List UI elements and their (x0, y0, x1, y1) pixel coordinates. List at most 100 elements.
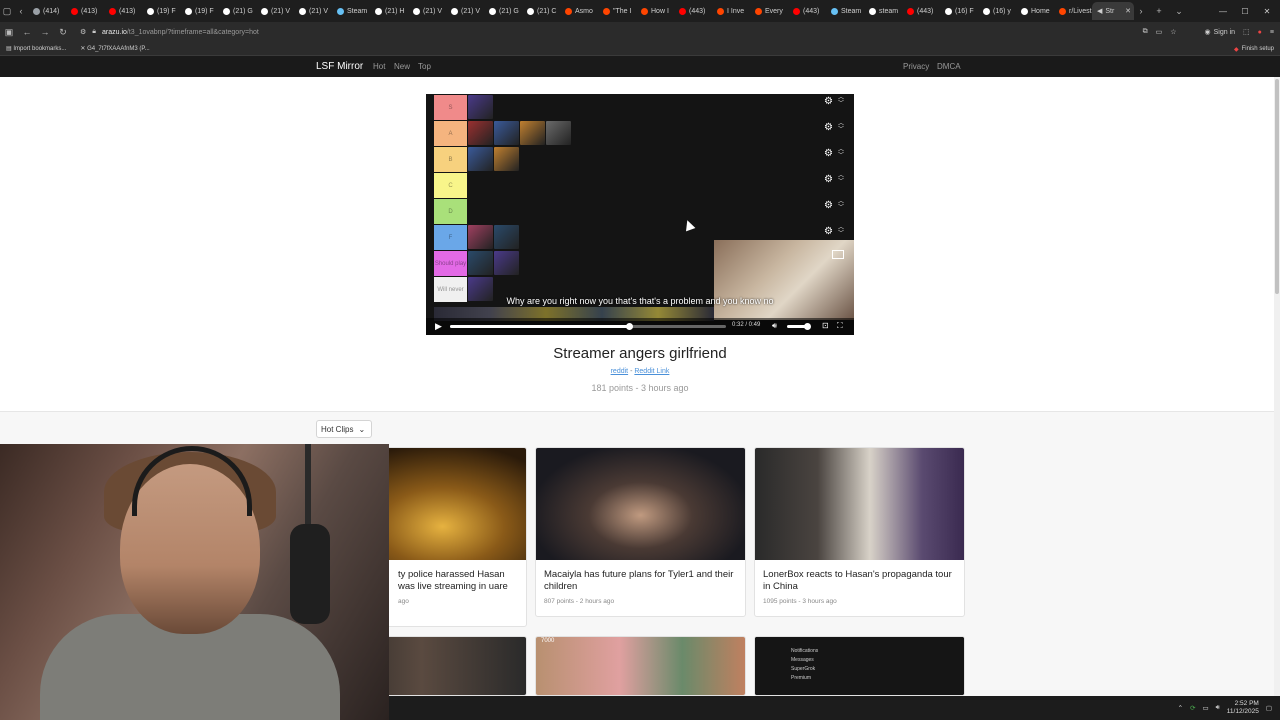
tier-item-thumbnail[interactable] (494, 251, 519, 275)
tier-move-icon[interactable]: ︿ ﹀ (838, 147, 844, 159)
extensions-icon[interactable]: ⬚ (1243, 28, 1250, 36)
back-icon[interactable]: ← (18, 22, 36, 42)
url-field[interactable]: ⚙ 🔒︎ arazu.io/t3_1ovabnp/?timeframe=all&… (80, 28, 259, 36)
browser-tab-active[interactable]: ◀︎ Str ✕ (1092, 2, 1134, 20)
tier-item-thumbnail[interactable] (468, 147, 493, 171)
tray-chevron-icon[interactable]: ⌃ (1178, 704, 1183, 712)
tier-move-icon[interactable]: ︿ ﹀ (838, 121, 844, 133)
new-tab-button[interactable]: + (1152, 0, 1166, 22)
nav-privacy[interactable]: Privacy (903, 62, 929, 71)
browser-tab[interactable]: (414) (28, 2, 66, 20)
clip-title[interactable]: Macaiyla has future plans for Tyler1 and… (536, 560, 745, 593)
browser-tab[interactable]: (21) G (484, 2, 522, 20)
browser-tab[interactable]: (413) (104, 2, 142, 20)
bookmark-item-import[interactable]: ▤ Import bookmarks... (6, 45, 66, 52)
tab-search-icon[interactable]: ⌄ (1172, 0, 1186, 22)
browser-tab[interactable]: "The I (598, 2, 636, 20)
browser-tab[interactable]: Asmo (560, 2, 598, 20)
page-scrollbar-thumb[interactable] (1275, 79, 1279, 294)
sort-select[interactable]: Hot Clips ⌄ (316, 420, 372, 438)
video-progress-knob[interactable] (626, 323, 634, 330)
tier-item-thumbnail[interactable] (468, 277, 493, 301)
speaker-icon[interactable]: ◀︎ (1097, 7, 1102, 15)
site-brand[interactable]: LSF Mirror (316, 61, 363, 72)
clock[interactable]: 2:52 PM 11/12/2025 (1227, 700, 1259, 716)
clip-title[interactable]: LonerBox reacts to Hasan's propaganda to… (755, 560, 964, 593)
browser-tab[interactable]: I Inve (712, 2, 750, 20)
browser-tab[interactable]: (19) F (142, 2, 180, 20)
tab-scroll-right-icon[interactable]: › (1134, 0, 1148, 22)
sidebar-toggle-icon[interactable]: ▣ (0, 22, 18, 42)
volume-knob[interactable] (804, 323, 811, 330)
sign-in-button[interactable]: ◉ Sign in (1205, 28, 1236, 37)
extension-badge-icon[interactable]: ● (1258, 29, 1262, 36)
browser-tab[interactable]: (443) (674, 2, 712, 20)
browser-tab[interactable]: (443) (788, 2, 826, 20)
play-icon[interactable]: ▶ (435, 321, 442, 332)
browser-tab[interactable]: steam (864, 2, 902, 20)
tier-move-icon[interactable]: ︿ ﹀ (838, 173, 844, 185)
tier-gear-icon[interactable]: ⚙ (824, 174, 833, 185)
browser-tab[interactable]: (443) (902, 2, 940, 20)
close-tab-icon[interactable]: ✕ (1125, 7, 1134, 15)
clip-card[interactable]: Notifications Messages SuperGrok Premium (754, 636, 965, 696)
tier-gear-icon[interactable]: ⚙ (824, 96, 833, 107)
tier-move-icon[interactable]: ︿ ﹀ (838, 199, 844, 211)
browser-tab[interactable]: (21) H (370, 2, 408, 20)
close-window-button[interactable]: ✕ (1256, 0, 1278, 22)
picture-in-picture-icon[interactable] (832, 250, 844, 259)
forward-icon[interactable]: → (36, 22, 54, 42)
tier-gear-icon[interactable]: ⚙ (824, 200, 833, 211)
video-progress-bar[interactable] (450, 323, 726, 330)
minimize-button[interactable]: — (1212, 0, 1234, 22)
tier-move-icon[interactable]: ︿ ﹀ (838, 95, 844, 107)
tier-item-thumbnail[interactable] (468, 121, 493, 145)
tier-item-thumbnail[interactable] (494, 121, 519, 145)
monitor-icon[interactable]: ▭ (1203, 704, 1209, 712)
screen-icon[interactable]: ▭ (1156, 28, 1163, 36)
browser-tab[interactable]: (21) V (256, 2, 294, 20)
menu-icon[interactable]: ≡ (1270, 29, 1274, 36)
tier-item-thumbnail[interactable] (468, 251, 493, 275)
fullscreen-icon[interactable]: ⛶ (837, 321, 843, 331)
nav-dmca[interactable]: DMCA (937, 62, 961, 71)
tier-gear-icon[interactable]: ⚙ (824, 148, 833, 159)
finish-setup-button[interactable]: ◆ Finish setup (1234, 42, 1274, 56)
tier-gear-icon[interactable]: ⚙ (824, 122, 833, 133)
clip-card[interactable]: Macaiyla has future plans for Tyler1 and… (535, 447, 746, 617)
browser-tab[interactable]: (21) V (294, 2, 332, 20)
reddit-post-link[interactable]: Reddit Link (634, 368, 669, 375)
captions-icon[interactable]: ⊡ (822, 321, 829, 330)
tier-move-icon[interactable]: ︿ ﹀ (838, 225, 844, 237)
tier-item-thumbnail[interactable] (546, 121, 571, 145)
reddit-link[interactable]: reddit (611, 368, 629, 375)
tier-item-thumbnail[interactable] (494, 147, 519, 171)
tier-gear-icon[interactable]: ⚙ (824, 226, 833, 237)
tier-item-thumbnail[interactable] (468, 225, 493, 249)
tier-item-thumbnail[interactable] (468, 95, 493, 119)
volume-icon[interactable]: 🔊︎ (772, 321, 777, 331)
browser-tab[interactable]: (413) (66, 2, 104, 20)
nav-top[interactable]: Top (418, 62, 431, 71)
tier-item-thumbnail[interactable] (494, 225, 519, 249)
browser-tab[interactable]: Steam (332, 2, 370, 20)
notification-icon[interactable]: ▢ (1266, 704, 1272, 712)
browser-tab[interactable]: r/Livest (1054, 2, 1092, 20)
video-player[interactable]: Why are you right now you that's that's … (426, 94, 854, 335)
speaker-icon[interactable]: 🔊︎ (1216, 704, 1220, 712)
translate-icon[interactable]: ⧉ (1143, 28, 1148, 36)
maximize-button[interactable]: ☐ (1234, 0, 1256, 22)
tab-scroll-left-icon[interactable]: ‹ (14, 0, 28, 22)
browser-tab[interactable]: (16) F (940, 2, 978, 20)
tab-list-icon[interactable]: ▢ (0, 0, 14, 22)
site-info-icon[interactable]: ⚙ (80, 28, 86, 36)
browser-tab[interactable]: Every (750, 2, 788, 20)
browser-tab[interactable]: How I (636, 2, 674, 20)
bookmark-star-icon[interactable]: ☆ (1170, 28, 1176, 36)
reload-icon[interactable]: ↻ (54, 22, 72, 42)
clip-card[interactable]: 7000 (535, 636, 746, 696)
bookmark-item-g4[interactable]: ✕ G4_7t7fXAAAfnM3 (P... (80, 45, 149, 52)
clip-card[interactable]: LonerBox reacts to Hasan's propaganda to… (754, 447, 965, 617)
tier-item-thumbnail[interactable] (520, 121, 545, 145)
browser-tab[interactable]: (21) G (218, 2, 256, 20)
